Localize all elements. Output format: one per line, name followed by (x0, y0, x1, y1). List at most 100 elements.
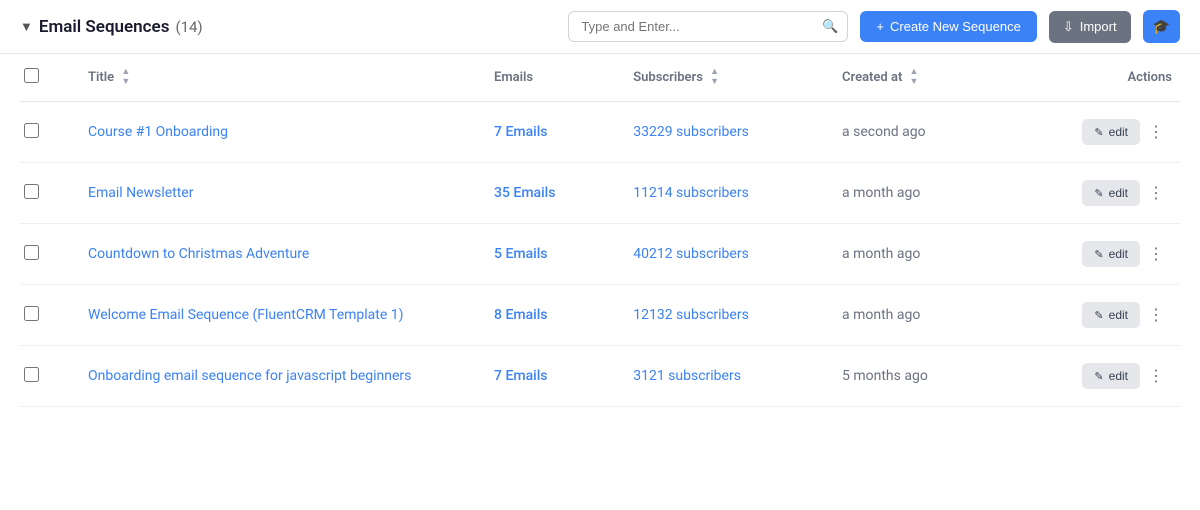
search-container: 🔍 (568, 11, 848, 42)
row-actions-cell: ✎ edit ⋮ (1041, 224, 1180, 285)
import-icon: ⇩ (1063, 19, 1074, 35)
subscribers-count: 11214 subscribers (633, 185, 749, 201)
row-checkbox-1[interactable] (24, 184, 39, 199)
header-subscribers[interactable]: Subscribers ▲▼ (623, 54, 832, 102)
edit-button[interactable]: ✎ edit (1082, 241, 1140, 267)
row-title-cell: Onboarding email sequence for javascript… (78, 346, 484, 407)
flag-button[interactable]: 🎓 (1143, 10, 1180, 43)
row-actions-cell: ✎ edit ⋮ (1041, 163, 1180, 224)
row-checkbox-cell (20, 224, 78, 285)
edit-label: edit (1109, 308, 1128, 322)
emails-count: 7 Emails (494, 368, 547, 384)
import-button[interactable]: ⇩ Import (1049, 11, 1131, 43)
row-checkbox-0[interactable] (24, 123, 39, 138)
emails-count: 8 Emails (494, 307, 547, 323)
row-actions-cell: ✎ edit ⋮ (1041, 285, 1180, 346)
flag-icon: 🎓 (1153, 18, 1170, 35)
table-row: Onboarding email sequence for javascript… (20, 346, 1180, 407)
search-icon: 🔍 (822, 19, 838, 34)
row-emails-cell: 5 Emails (484, 224, 623, 285)
pencil-icon: ✎ (1094, 370, 1103, 383)
sequence-title-link[interactable]: Countdown to Christmas Adventure (88, 246, 309, 262)
edit-button[interactable]: ✎ edit (1082, 302, 1140, 328)
created-at-value: a month ago (842, 185, 920, 201)
search-input[interactable] (568, 11, 848, 42)
subscribers-sort-icon: ▲▼ (710, 68, 719, 87)
edit-label: edit (1109, 247, 1128, 261)
sequences-table: Title ▲▼ Emails Subscribers ▲▼ Created a… (20, 54, 1180, 407)
created-at-value: 5 months ago (842, 368, 928, 384)
row-created-cell: 5 months ago (832, 346, 1041, 407)
emails-count: 5 Emails (494, 246, 547, 262)
more-options-button[interactable]: ⋮ (1146, 118, 1166, 146)
edit-label: edit (1109, 186, 1128, 200)
created-sort-icon: ▲▼ (910, 68, 919, 87)
sequence-count: (14) (175, 18, 202, 36)
row-subscribers-cell: 3121 subscribers (623, 346, 832, 407)
row-title-cell: Course #1 Onboarding (78, 102, 484, 163)
row-created-cell: a month ago (832, 285, 1041, 346)
row-checkbox-2[interactable] (24, 245, 39, 260)
row-title-cell: Email Newsletter (78, 163, 484, 224)
row-emails-cell: 8 Emails (484, 285, 623, 346)
sequence-title-link[interactable]: Welcome Email Sequence (FluentCRM Templa… (88, 307, 403, 323)
header-emails: Emails (484, 54, 623, 102)
ellipsis-icon: ⋮ (1148, 122, 1164, 142)
row-checkbox-3[interactable] (24, 306, 39, 321)
more-options-button[interactable]: ⋮ (1146, 301, 1166, 329)
pencil-icon: ✎ (1094, 248, 1103, 261)
header-created-at[interactable]: Created at ▲▼ (832, 54, 1041, 102)
row-emails-cell: 7 Emails (484, 102, 623, 163)
sequence-title-link[interactable]: Onboarding email sequence for javascript… (88, 368, 411, 384)
ellipsis-icon: ⋮ (1148, 244, 1164, 264)
page-header: ▼ Email Sequences (14) 🔍 + Create New Se… (0, 0, 1200, 54)
edit-label: edit (1109, 369, 1128, 383)
row-actions-cell: ✎ edit ⋮ (1041, 346, 1180, 407)
edit-label: edit (1109, 125, 1128, 139)
subscribers-count: 33229 subscribers (633, 124, 749, 140)
row-actions-cell: ✎ edit ⋮ (1041, 102, 1180, 163)
row-subscribers-cell: 12132 subscribers (623, 285, 832, 346)
table-row: Course #1 Onboarding 7 Emails 33229 subs… (20, 102, 1180, 163)
pencil-icon: ✎ (1094, 309, 1103, 322)
more-options-button[interactable]: ⋮ (1146, 362, 1166, 390)
emails-count: 7 Emails (494, 124, 547, 140)
table-row: Welcome Email Sequence (FluentCRM Templa… (20, 285, 1180, 346)
edit-button[interactable]: ✎ edit (1082, 180, 1140, 206)
row-checkbox-cell (20, 163, 78, 224)
row-title-cell: Welcome Email Sequence (FluentCRM Templa… (78, 285, 484, 346)
row-checkbox-4[interactable] (24, 367, 39, 382)
row-subscribers-cell: 11214 subscribers (623, 163, 832, 224)
row-created-cell: a second ago (832, 102, 1041, 163)
more-options-button[interactable]: ⋮ (1146, 240, 1166, 268)
edit-button[interactable]: ✎ edit (1082, 363, 1140, 389)
create-sequence-button[interactable]: + Create New Sequence (860, 11, 1036, 42)
subscribers-count: 40212 subscribers (633, 246, 749, 262)
row-emails-cell: 7 Emails (484, 346, 623, 407)
plus-icon: + (876, 19, 884, 34)
sequence-title-link[interactable]: Email Newsletter (88, 185, 193, 201)
header-actions: Actions (1041, 54, 1180, 102)
title-text: Email Sequences (39, 17, 170, 37)
table-header-row: Title ▲▼ Emails Subscribers ▲▼ Created a… (20, 54, 1180, 102)
edit-button[interactable]: ✎ edit (1082, 119, 1140, 145)
more-options-button[interactable]: ⋮ (1146, 179, 1166, 207)
sequences-table-container: Title ▲▼ Emails Subscribers ▲▼ Created a… (0, 54, 1200, 407)
sequence-title-link[interactable]: Course #1 Onboarding (88, 124, 228, 140)
ellipsis-icon: ⋮ (1148, 366, 1164, 386)
header-title[interactable]: Title ▲▼ (78, 54, 484, 102)
select-all-checkbox[interactable] (24, 68, 39, 83)
ellipsis-icon: ⋮ (1148, 305, 1164, 325)
created-at-value: a month ago (842, 246, 920, 262)
pencil-icon: ✎ (1094, 187, 1103, 200)
page-title: ▼ Email Sequences (14) (20, 17, 203, 37)
row-created-cell: a month ago (832, 163, 1041, 224)
table-row: Countdown to Christmas Adventure 5 Email… (20, 224, 1180, 285)
title-sort-icon: ▲▼ (121, 68, 130, 87)
subscribers-count: 12132 subscribers (633, 307, 749, 323)
table-row: Email Newsletter 35 Emails 11214 subscri… (20, 163, 1180, 224)
row-emails-cell: 35 Emails (484, 163, 623, 224)
row-checkbox-cell (20, 102, 78, 163)
chevron-down-icon: ▼ (20, 19, 33, 35)
row-subscribers-cell: 33229 subscribers (623, 102, 832, 163)
